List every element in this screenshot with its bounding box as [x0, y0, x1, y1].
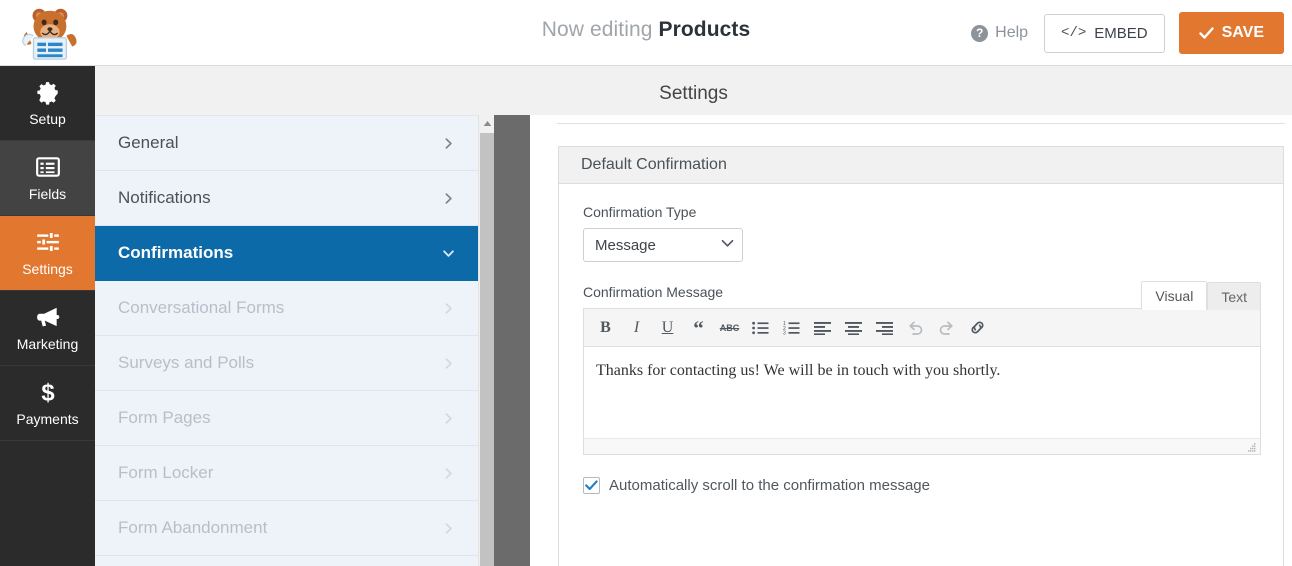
rail-label-payments: Payments: [16, 411, 79, 427]
confirmation-type-label: Confirmation Type: [583, 204, 697, 220]
editor-statusbar: [583, 438, 1261, 455]
settings-list-scrollbar[interactable]: [478, 115, 495, 566]
align-right-icon[interactable]: [869, 312, 900, 343]
rail-label-fields: Fields: [28, 186, 67, 202]
save-button[interactable]: SAVE: [1178, 12, 1284, 54]
default-confirmation-panel: Default Confirmation Confirmation Type M…: [558, 146, 1284, 566]
help-button[interactable]: ? Help: [969, 18, 1030, 48]
check-icon: [1198, 26, 1214, 39]
scrollbar-thumb[interactable]: [480, 133, 494, 566]
code-brackets-icon: </>: [1061, 25, 1087, 41]
builder-nav-rail: Setup Fields Settings Marketing $ Paymen…: [0, 66, 95, 566]
confirmation-message-editor: Visual Text B I U “ ABC 1 2 3 Thanks for…: [583, 281, 1261, 455]
editor-toolbar: B I U “ ABC 1 2 3: [583, 308, 1261, 347]
blockquote-icon[interactable]: “: [683, 312, 714, 343]
settings-item-general[interactable]: General: [95, 116, 478, 171]
settings-item-surveys-and-polls[interactable]: Surveys and Polls: [95, 336, 478, 391]
rail-item-fields[interactable]: Fields: [0, 141, 95, 216]
help-label: Help: [995, 24, 1029, 41]
autoscroll-label[interactable]: Automatically scroll to the confirmation…: [609, 477, 930, 494]
rail-item-payments[interactable]: $ Payments: [0, 366, 95, 441]
chevron-right-icon: [445, 302, 452, 314]
form-name: Products: [658, 18, 751, 41]
settings-item-form-abandonment[interactable]: Form Abandonment: [95, 501, 478, 556]
chevron-right-icon: [445, 412, 452, 424]
confirmation-type-select[interactable]: Message Show Page Go to URL (Redirect): [583, 228, 743, 262]
sliders-icon: [36, 231, 59, 253]
settings-item-label: Form Pages: [118, 408, 211, 427]
undo-icon[interactable]: [900, 312, 931, 343]
rail-label-setup: Setup: [29, 111, 66, 127]
settings-item-conversational-forms[interactable]: Conversational Forms: [95, 281, 478, 336]
settings-item-label: Form Locker: [118, 463, 214, 482]
settings-content-area: Default Confirmation Confirmation Type M…: [530, 115, 1292, 566]
question-circle-icon: ?: [971, 24, 989, 42]
dollar-icon: $: [41, 380, 54, 405]
editor-mode-tabs: Visual Text: [1141, 281, 1261, 310]
app-header: Now editing Products ? Help </> EMBED SA…: [0, 0, 1292, 66]
strikethrough-icon[interactable]: ABC: [714, 312, 745, 343]
panel-title: Default Confirmation: [581, 156, 727, 173]
rail-item-marketing[interactable]: Marketing: [0, 291, 95, 366]
settings-item-label: Conversational Forms: [118, 298, 285, 317]
rail-item-setup[interactable]: Setup: [0, 66, 95, 141]
content-top-divider: [557, 123, 1285, 124]
resize-handle-icon[interactable]: [1247, 442, 1257, 452]
autoscroll-checkbox[interactable]: [583, 477, 600, 494]
chevron-right-icon: [445, 192, 452, 204]
editing-prefix: Now editing: [541, 18, 653, 41]
settings-item-label: General: [118, 133, 179, 152]
embed-label: EMBED: [1094, 24, 1148, 42]
confirmation-message-text[interactable]: Thanks for contacting us! We will be in …: [596, 359, 1248, 383]
settings-item-label: Notifications: [118, 188, 211, 207]
insert-link-icon[interactable]: [962, 312, 993, 343]
svg-text:3: 3: [783, 330, 786, 334]
check-icon: [585, 480, 598, 491]
header-actions: ? Help </> EMBED SAVE: [969, 0, 1284, 66]
embed-button[interactable]: </> EMBED: [1044, 13, 1165, 53]
chevron-right-icon: [445, 357, 452, 369]
settings-item-confirmations[interactable]: Confirmations: [95, 226, 478, 281]
bulleted-list-icon[interactable]: [745, 312, 776, 343]
confirmation-type-field: Message Show Page Go to URL (Redirect): [583, 228, 743, 262]
settings-sections-list: General Notifications Confirmations Conv…: [95, 115, 478, 566]
align-center-icon[interactable]: [838, 312, 869, 343]
settings-item-form-locker[interactable]: Form Locker: [95, 446, 478, 501]
settings-item-label: Form Abandonment: [118, 518, 268, 537]
megaphone-icon: [36, 307, 59, 327]
triangle-up-icon: [483, 121, 491, 126]
chevron-right-icon: [445, 467, 452, 479]
list-view-icon: [35, 157, 60, 177]
autoscroll-row: Automatically scroll to the confirmation…: [583, 477, 1259, 494]
editor-content-area[interactable]: Thanks for contacting us! We will be in …: [583, 347, 1261, 455]
rail-label-settings: Settings: [22, 261, 73, 277]
bold-icon[interactable]: B: [590, 312, 621, 343]
rail-item-settings[interactable]: Settings: [0, 216, 95, 291]
subheader-title: Settings: [659, 83, 728, 104]
underline-icon[interactable]: U: [652, 312, 683, 343]
rail-label-marketing: Marketing: [16, 336, 79, 352]
settings-item-label: Confirmations: [118, 243, 234, 262]
settings-item-notifications[interactable]: Notifications: [95, 171, 478, 226]
settings-item-form-pages[interactable]: Form Pages: [95, 391, 478, 446]
settings-item-label: Surveys and Polls: [118, 353, 255, 372]
svg-text:$: $: [41, 380, 54, 405]
tab-visual[interactable]: Visual: [1141, 281, 1208, 310]
chevron-right-icon: [445, 522, 452, 534]
tab-text[interactable]: Text: [1207, 282, 1261, 310]
panel-header: Default Confirmation: [559, 147, 1283, 184]
italic-icon[interactable]: I: [621, 312, 652, 343]
redo-icon[interactable]: [931, 312, 962, 343]
numbered-list-icon[interactable]: 1 2 3: [776, 312, 807, 343]
panel-body: Confirmation Type Message Show Page Go t…: [559, 184, 1283, 494]
chevron-right-icon: [445, 137, 452, 149]
gear-icon: [36, 82, 58, 105]
save-label: SAVE: [1221, 24, 1264, 41]
scroll-up-button[interactable]: [479, 115, 495, 132]
align-left-icon[interactable]: [807, 312, 838, 343]
panel-divider: [494, 115, 530, 566]
chevron-down-icon: [443, 249, 454, 257]
